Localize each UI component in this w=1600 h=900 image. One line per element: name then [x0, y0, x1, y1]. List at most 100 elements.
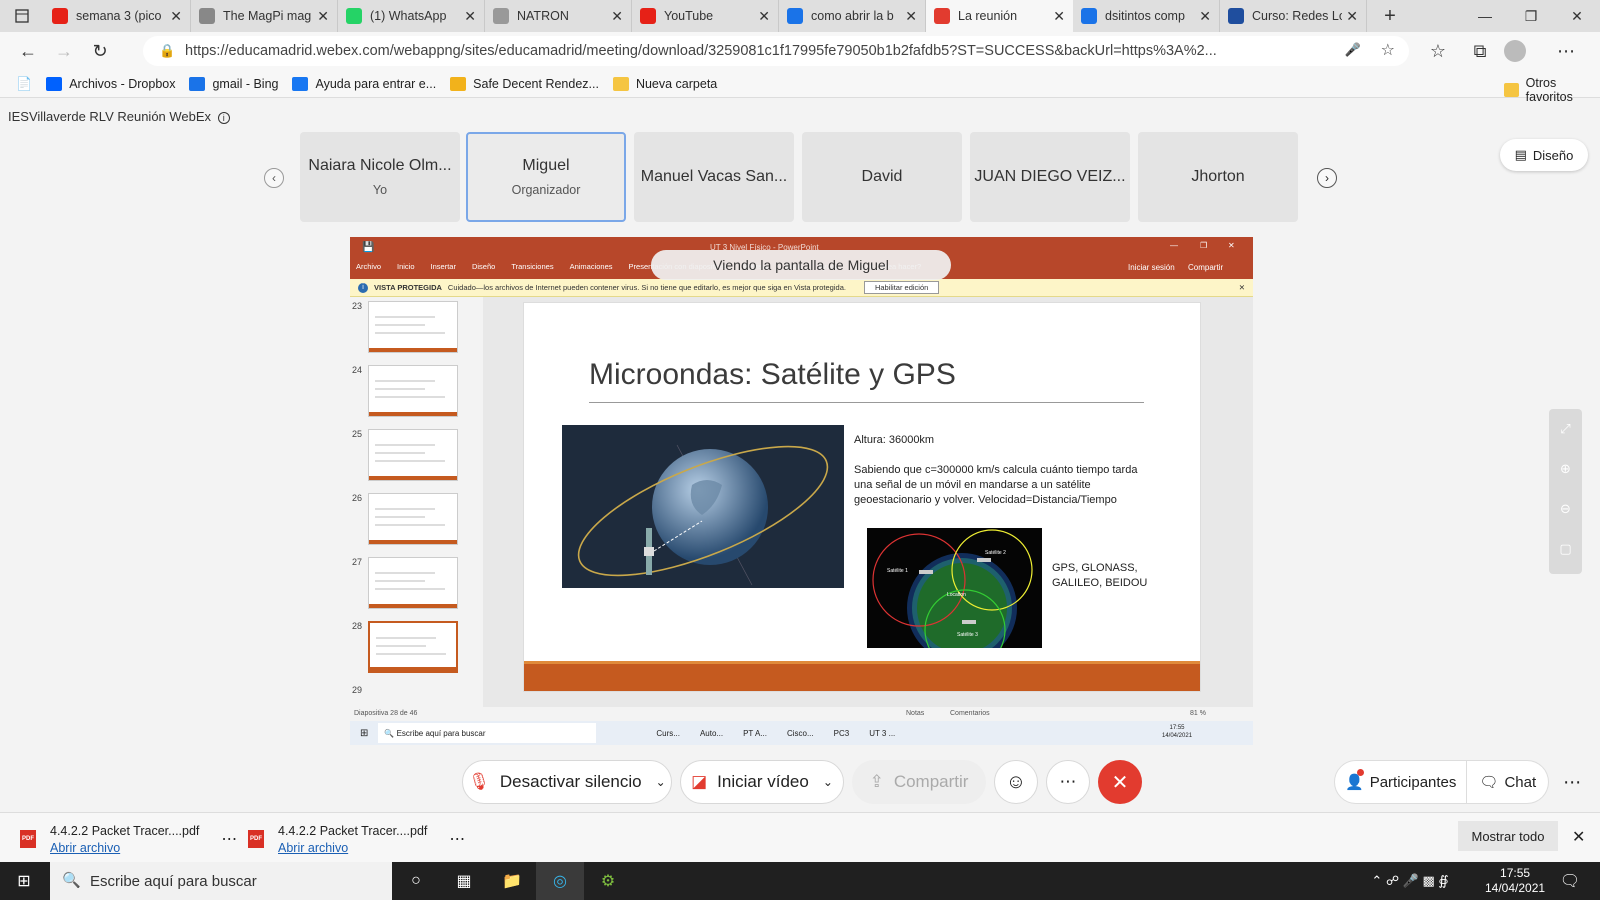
close-tab-icon[interactable]: ✕ [170, 8, 182, 25]
back-button[interactable]: ← [10, 35, 46, 67]
share-button[interactable]: ⇪ Compartir [852, 760, 986, 804]
participant-tile[interactable]: David [802, 132, 962, 222]
taskbar-clock[interactable]: 17:55 14/04/2021 [1485, 866, 1545, 896]
tab-1[interactable]: The MagPi mag ✕ [191, 0, 338, 32]
save-icon: 💾 [362, 242, 375, 253]
more-icon[interactable]: ⋯ [1563, 772, 1581, 793]
sat1-label: Satélite 1 [887, 568, 908, 574]
restore-button[interactable]: ❐ [1508, 0, 1554, 32]
open-file-link[interactable]: Abrir archivo [278, 841, 427, 855]
shared-taskbar-app: UT 3 ... [869, 728, 896, 738]
profile-avatar[interactable] [1504, 40, 1526, 62]
webex-icon [934, 8, 950, 24]
bing-icon [1081, 8, 1097, 24]
close-tab-icon[interactable]: ✕ [1053, 8, 1065, 25]
close-tab-icon[interactable]: ✕ [317, 8, 329, 25]
packet-tracer-icon[interactable]: ⚙ [584, 862, 632, 900]
close-tab-icon[interactable]: ✕ [611, 8, 623, 25]
document-icon[interactable]: 📄 [16, 76, 32, 92]
fullscreen-icon[interactable]: ⤢ [1549, 409, 1582, 449]
participant-tile[interactable]: Naiara Nicole Olm... Yo [300, 132, 460, 222]
share-icon: ⇪ [869, 772, 884, 791]
participant-tile[interactable]: Miguel Organizador [466, 132, 626, 222]
close-tab-icon[interactable]: ✕ [464, 8, 476, 25]
show-all-button[interactable]: Mostrar todo [1458, 821, 1558, 851]
participants-button[interactable]: 👤 Participantes [1334, 760, 1468, 804]
participants-prev-button[interactable]: ‹ [264, 168, 284, 188]
bookmark-icon [189, 76, 206, 91]
download-item[interactable]: PDF 4.4.2.2 Packet Tracer....pdf Abrir arc… [248, 819, 465, 859]
microphone-icon[interactable]: 🎤 [1345, 42, 1361, 58]
ribbon-tab: Inicio [397, 262, 415, 271]
close-downloads-icon[interactable]: ✕ [1572, 827, 1585, 847]
bookmark-3[interactable]: Safe Decent Rendez... [450, 76, 599, 91]
download-item[interactable]: PDF 4.4.2.2 Packet Tracer....pdf Abrir arc… [20, 819, 237, 859]
tab-7[interactable]: dsitintos comp ✕ [1073, 0, 1220, 32]
task-view-icon[interactable]: ▦ [440, 862, 488, 900]
exercise-text: Sabiendo que c=300000 km/s calcula cuánt… [854, 464, 1138, 506]
chat-button[interactable]: 🗨 Chat [1467, 760, 1550, 804]
participant-tile[interactable]: Jhorton [1138, 132, 1298, 222]
participant-name: Jhorton [1191, 168, 1245, 185]
forward-button[interactable]: → [46, 35, 82, 67]
close-window-button[interactable]: ✕ [1554, 0, 1600, 32]
slide-thumbnail [368, 301, 458, 353]
gnss-satellites-image: Satélite 1 Satélite 2 Satélite 3 Locatio… [867, 528, 1042, 648]
tab-5[interactable]: como abrir la b ✕ [779, 0, 926, 32]
youtube-icon [640, 8, 656, 24]
sat2-label: Satélite 2 [985, 550, 1006, 556]
close-tab-icon[interactable]: ✕ [758, 8, 770, 25]
favorites-icon[interactable]: ☆ [1420, 35, 1456, 67]
file-explorer-icon[interactable]: 📁 [488, 862, 536, 900]
tab-4[interactable]: YouTube ✕ [632, 0, 779, 32]
participant-tile[interactable]: Manuel Vacas San... [634, 132, 794, 222]
more-options-button[interactable]: ⋯ [1046, 760, 1090, 804]
bookmark-1[interactable]: gmail - Bing [189, 76, 278, 91]
start-video-button[interactable]: ◪ Iniciar vídeo ⌄ [680, 760, 844, 804]
viewing-banner: Viendo la pantalla de Miguel [651, 250, 951, 280]
fit-screen-icon[interactable]: ▢ [1549, 529, 1582, 569]
favorite-star-icon[interactable]: ☆ [1381, 40, 1395, 60]
cortana-icon[interactable]: ○ [392, 862, 440, 900]
address-bar[interactable]: 🔒 https://educamadrid.webex.com/webappng… [143, 36, 1409, 66]
download-more-icon[interactable]: ⋯ [449, 829, 465, 849]
thumbnail-number: 24 [352, 365, 363, 375]
close-tab-icon[interactable]: ✕ [905, 8, 917, 25]
participant-tile[interactable]: JUAN DIEGO VEIZ... [970, 132, 1130, 222]
other-favorites[interactable]: Otros favoritos [1504, 76, 1600, 104]
windows-start-icon[interactable]: ⊞ [0, 862, 48, 900]
tab-2[interactable]: (1) WhatsApp ✕ [338, 0, 485, 32]
close-tab-icon[interactable]: ✕ [1346, 8, 1358, 25]
bookmark-0[interactable]: Archivos - Dropbox [46, 76, 175, 91]
close-tab-icon[interactable]: ✕ [1199, 8, 1211, 25]
tray-icons[interactable]: ⌃ ☍ 🎤 ▩ ∯ [1340, 862, 1480, 900]
open-file-link[interactable]: Abrir archivo [50, 841, 199, 855]
minimize-button[interactable]: — [1462, 0, 1508, 32]
collections-icon[interactable]: ⧉ [1462, 35, 1498, 67]
edge-icon[interactable]: ◎ [536, 862, 584, 900]
settings-menu-icon[interactable]: ⋯ [1548, 35, 1584, 67]
tab-8[interactable]: Curso: Redes Lo ✕ [1220, 0, 1367, 32]
end-call-button[interactable]: ✕ [1098, 760, 1142, 804]
participant-role: Organizador [511, 183, 581, 197]
zoom-in-icon[interactable]: ⊕ [1549, 449, 1582, 489]
mute-button[interactable]: 🎙 Desactivar silencio ⌄ [462, 760, 672, 804]
participants-next-button[interactable]: › [1317, 168, 1337, 188]
notifications-icon[interactable]: 🗨 [1546, 862, 1594, 900]
reactions-button[interactable]: ☺ [994, 760, 1038, 804]
new-tab-button[interactable]: + [1367, 0, 1413, 32]
tab-actions-icon[interactable] [0, 0, 44, 32]
tab-0[interactable]: semana 3 (pico ✕ [44, 0, 191, 32]
info-icon[interactable]: i [217, 112, 230, 124]
chevron-down-icon: ⌄ [822, 775, 833, 789]
taskbar-search[interactable]: 🔍 Escribe aquí para buscar [50, 862, 392, 900]
tab-3[interactable]: NATRON ✕ [485, 0, 632, 32]
download-more-icon[interactable]: ⋯ [221, 829, 237, 849]
bookmark-2[interactable]: Ayuda para entrar e... [292, 76, 436, 91]
tab-6[interactable]: La reunión ✕ [926, 0, 1073, 32]
zoom-out-icon[interactable]: ⊖ [1549, 489, 1582, 529]
layout-button[interactable]: ▤ Diseño [1500, 139, 1588, 171]
bookmark-4[interactable]: Nueva carpeta [612, 76, 717, 91]
reload-button[interactable]: ↻ [82, 35, 118, 67]
thumbnail-number: 28 [352, 621, 363, 631]
